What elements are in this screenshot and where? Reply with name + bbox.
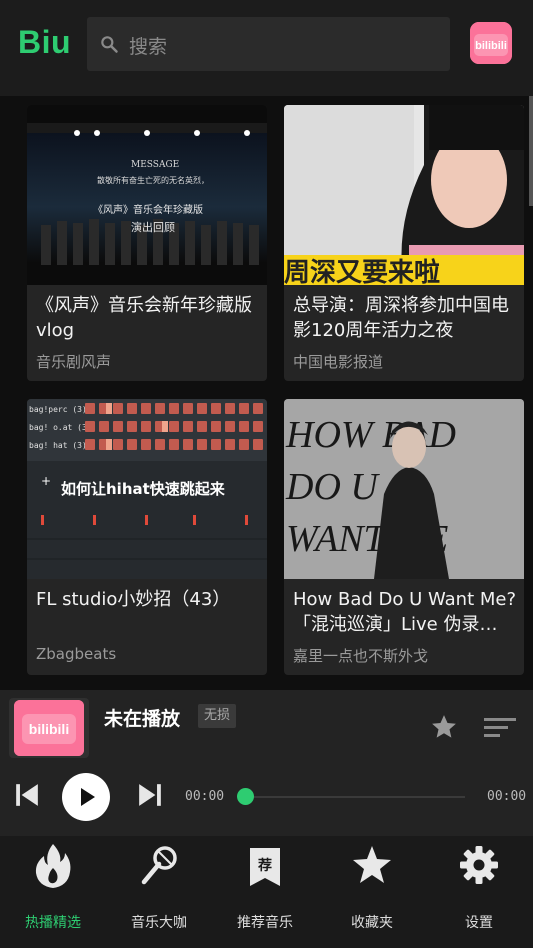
video-author: 音乐剧风声 [36,353,112,371]
nav-item-artists[interactable]: 音乐大咖 [106,836,212,948]
thumb-text: DO U [285,466,380,508]
nav-item-settings[interactable]: 设置 [426,836,532,948]
next-track-icon[interactable] [137,782,163,808]
album-cover[interactable]: bilibili [9,698,89,758]
play-icon [81,788,95,806]
bilibili-logo-icon: bilibili [14,700,84,756]
thumb-text: HOW BAD [285,414,456,456]
play-button[interactable] [62,773,110,821]
bottom-nav: 热播精选 音乐大咖 荐 推荐音乐 收藏夹 设置 [0,836,533,948]
mini-player: bilibili 未在播放 无损 00:00 00:00 [0,690,533,836]
favorite-star-icon[interactable] [429,712,459,742]
total-time: 00:00 [487,789,527,804]
nav-item-recommend[interactable]: 荐 推荐音乐 [212,836,318,948]
thumb-text: bag! o.at (3) [29,423,92,432]
thumb-text: bag!perc (3) [29,405,87,414]
video-thumbnail: HOW BAD DO U WANT ME [284,399,524,579]
thumb-text: 演出回顾 [131,220,175,234]
nav-label: 收藏夹 [351,915,393,931]
playlist-icon[interactable] [484,716,516,740]
video-thumbnail: 周深又要来啦 [284,105,524,285]
video-author: 中国电影报道 [293,353,384,371]
scrollbar[interactable] [529,96,533,206]
nav-label: 推荐音乐 [237,915,293,931]
video-title: How Bad Do U Want Me? 「混沌巡演」Live 伪录… [293,589,517,635]
nav-label: 设置 [465,915,493,931]
svg-text:荐: 荐 [258,857,272,874]
nav-label: 音乐大咖 [131,915,187,931]
nav-item-favorites[interactable]: 收藏夹 [319,836,425,948]
bilibili-logo-icon: bilibili [470,22,512,64]
thumb-text: 散敬所有奋生亡死的无名英烈， [97,175,209,185]
user-avatar[interactable]: bilibili [470,22,512,64]
search-placeholder: 搜索 [129,36,168,58]
now-playing-title: 未在播放 [104,708,181,730]
quality-badge: 无损 [198,704,237,728]
app-header: Biu 搜索 bilibili [0,0,533,96]
svg-text:+: + [41,474,51,488]
thumb-text: bag! hat (3) [29,441,87,450]
recommend-icon: 荐 [250,848,280,886]
thumb-text: MESSAGE [131,160,179,170]
previous-track-icon[interactable] [14,782,40,808]
progress-thumb[interactable] [237,788,254,805]
video-title: 总导演：周深将参加中国电影120周年活力之夜 [293,295,509,341]
video-card[interactable]: MESSAGE 散敬所有奋生亡死的无名英烈， 《风声》音乐会年珍藏版 演出回顾 … [27,105,267,381]
search-bar[interactable]: 搜索 [87,17,450,71]
video-card[interactable]: bag!perc (3) bag! o.at (3) bag! hat (3) [27,399,267,675]
video-author: Zbagbeats [36,645,117,663]
avatar-text: bilibili [475,40,507,52]
video-author: 嘉里一点也不斯外戈 [293,647,429,665]
search-icon [101,36,118,53]
current-time: 00:00 [185,789,225,804]
thumb-text: 《风声》音乐会年珍藏版 [93,203,203,216]
nav-label: 热播精选 [25,915,81,931]
video-thumbnail: MESSAGE 散敬所有奋生亡死的无名英烈， 《风声》音乐会年珍藏版 演出回顾 [27,105,267,285]
video-title: FL studio小妙招（43） [36,589,231,610]
progress-track[interactable] [245,796,465,798]
video-card[interactable]: HOW BAD DO U WANT ME How Bad Do U Want M… [284,399,524,675]
flame-icon [35,844,71,888]
thumb-caption: 如何让hihat快速跳起来 [61,480,226,498]
microphone-icon [141,846,177,885]
video-thumbnail: bag!perc (3) bag! o.at (3) bag! hat (3) [27,399,267,579]
video-card[interactable]: 周深又要来啦 总导演：周深将参加中国电影120周年活力之夜 中国电影报道 [284,105,524,381]
video-grid: MESSAGE 散敬所有奋生亡死的无名英烈， 《风声》音乐会年珍藏版 演出回顾 … [0,96,533,690]
nav-item-hot[interactable]: 热播精选 [0,836,106,948]
thumb-caption: 周深又要来啦 [284,257,440,285]
star-icon [353,846,391,883]
cover-text: bilibili [29,721,69,737]
video-title: 《风声》音乐会新年珍藏版vlog [36,295,252,341]
app-logo[interactable]: Biu [18,24,71,61]
gear-icon [460,846,498,884]
